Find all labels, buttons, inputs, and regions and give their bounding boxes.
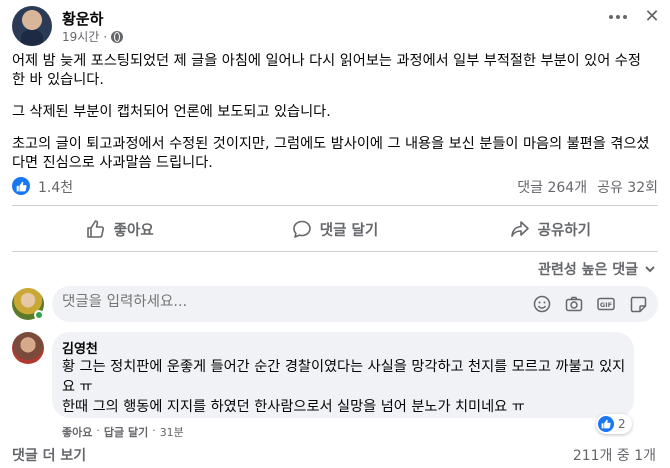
like-icon [598,416,614,432]
comment-line: 한때 그의 행동에 지지를 하였던 한사람으로서 실망을 넘어 분노가 치미네요… [62,399,525,415]
divider [12,205,658,206]
like-button[interactable]: 좋아요 [12,212,227,246]
chevron-down-icon [645,266,655,273]
like-label: 좋아요 [113,222,154,239]
share-icon [510,221,529,237]
comment-text: 황 그는 정치판에 운좋게 들어간 순간 경찰이였다는 사실을 망각하고 천지를… [62,357,628,417]
separator: · [96,424,100,437]
gif-icon[interactable]: GIF [596,294,616,314]
globe-icon [111,30,124,43]
comment-composer: GIF [52,286,658,322]
comment-line: 황 그는 정치판에 운좋게 들어간 순간 경찰이였다는 사실을 망각하고 천지를… [62,359,626,395]
close-icon[interactable]: ✕ [640,6,664,30]
reactions-row: 1.4천 댓글 264개 공유 32회 [12,176,658,196]
post-author[interactable]: 황운하 [62,8,103,29]
comment-button[interactable]: 댓글 달기 [227,212,442,246]
svg-text:GIF: GIF [600,301,612,309]
post-actions: 좋아요 댓글 달기 공유하기 [12,212,658,246]
post-header: 황운하 19시간 · ✕ [12,6,660,46]
author-avatar[interactable] [12,6,52,46]
comment-author[interactable]: 김영천 [62,338,98,357]
like-icon [86,220,104,238]
separator: · [103,29,108,44]
comment-reaction-badge[interactable]: 2 [596,414,632,434]
post-meta: 19시간 · [62,28,124,45]
comment-reaction-count: 2 [618,417,626,431]
comment-pager: 211개 중 1개 [572,448,656,464]
view-more-comments-link[interactable]: 댓글 더 보기 [12,445,86,465]
comment-sort-dropdown[interactable]: 관련성 높은 댓글 [538,259,656,279]
share-button[interactable]: 공유하기 [443,212,658,246]
online-status-dot [34,310,44,320]
comment-count[interactable]: 댓글 264개 [517,177,587,197]
comment-icon [292,220,311,238]
post-paragraph: 그 삭제된 부분이 캡처되어 언론에 보도되고 있습니다. [12,104,331,120]
comment-reply-link[interactable]: 답글 달기 [104,424,148,440]
sticker-icon[interactable] [628,294,648,314]
comment-input[interactable] [62,294,482,310]
post-paragraph: 어제 밤 늦게 포스팅되었던 제 글을 아침에 일어나 다시 읽어보는 과정에서… [12,53,641,88]
comment-like-link[interactable]: 좋아요 [62,424,92,440]
emoji-icon[interactable] [532,294,552,314]
post-stats: 댓글 264개 공유 32회 [517,177,658,197]
reaction-count[interactable]: 1.4천 [38,177,73,197]
composer-tools: GIF [532,294,648,314]
like-icon[interactable] [12,177,30,195]
commenter-avatar[interactable] [12,332,44,364]
post-time[interactable]: 19시간 [62,28,99,45]
divider [12,251,658,252]
share-count[interactable]: 공유 32회 [597,177,658,197]
camera-icon[interactable] [564,294,584,314]
comment-bubble: 김영천 황 그는 정치판에 운좋게 들어간 순간 경찰이였다는 사실을 망각하고… [52,332,634,418]
share-label: 공유하기 [537,222,591,239]
more-icon[interactable] [606,10,630,24]
comment-time[interactable]: 31분 [160,424,184,440]
separator: · [152,424,156,437]
sort-label: 관련성 높은 댓글 [538,262,638,278]
comment-actions: 좋아요 · 답글 달기 · 31분 [62,424,184,440]
comment-label: 댓글 달기 [319,222,379,239]
post-paragraph: 초고의 글이 퇴고과정에서 수정된 것이지만, 그럼에도 밤사이에 그 내용을 … [12,136,650,171]
post-body: 어제 밤 늦게 포스팅되었던 제 글을 아침에 일어나 다시 읽어보는 과정에서… [12,52,652,186]
